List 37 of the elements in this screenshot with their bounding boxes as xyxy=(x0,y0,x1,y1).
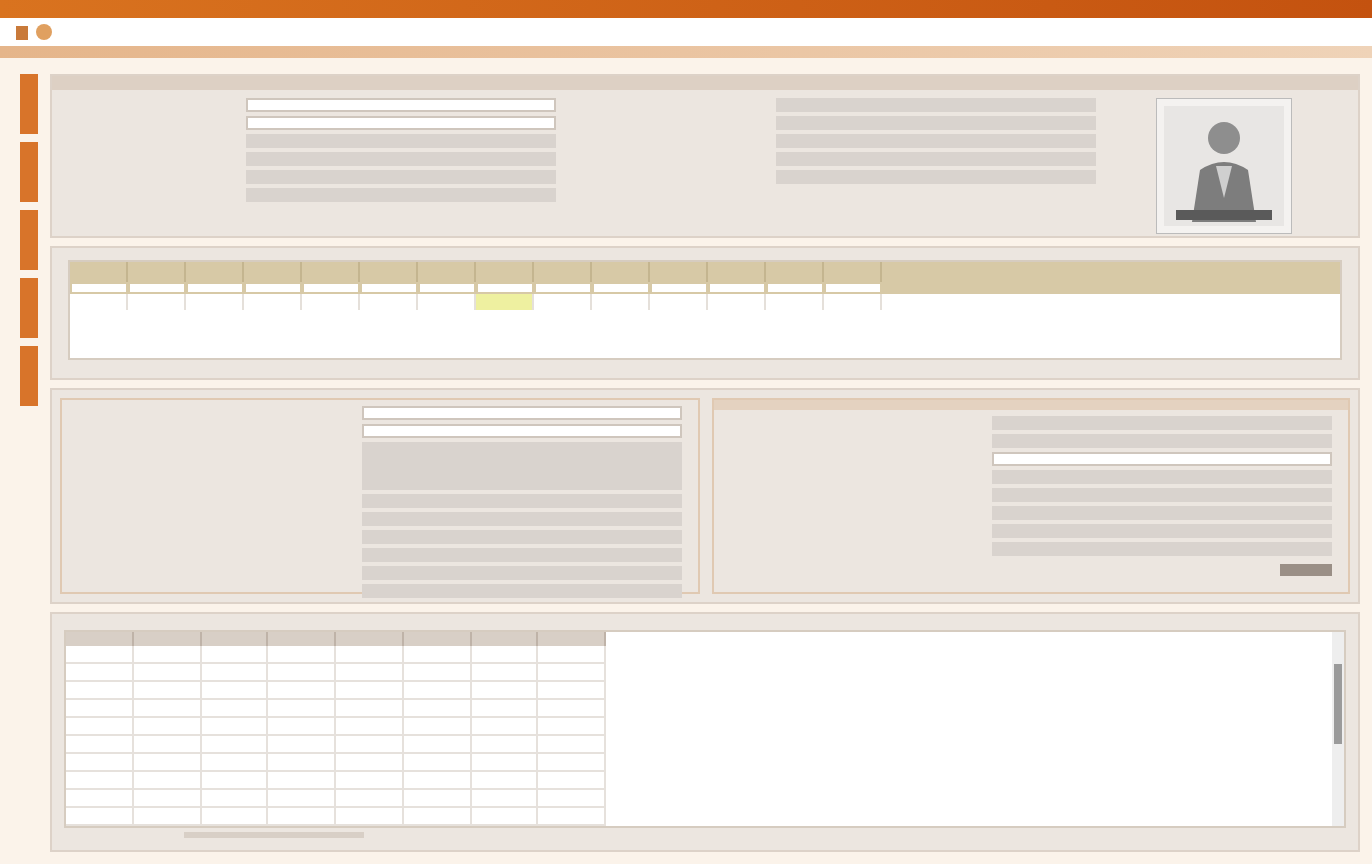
table-row[interactable] xyxy=(66,736,606,754)
filter-field[interactable] xyxy=(710,284,764,293)
action-button[interactable] xyxy=(1280,564,1332,576)
table-row[interactable] xyxy=(66,646,606,664)
form-field[interactable] xyxy=(361,406,681,420)
side-tab[interactable] xyxy=(20,278,38,338)
filter-field[interactable] xyxy=(420,284,474,293)
filter-field[interactable] xyxy=(652,284,706,293)
side-tab[interactable] xyxy=(20,346,38,406)
filter-field[interactable] xyxy=(130,284,184,293)
side-tab[interactable] xyxy=(20,74,38,134)
form-field[interactable] xyxy=(361,584,681,598)
form-field[interactable] xyxy=(246,116,556,130)
table-row[interactable] xyxy=(66,664,606,682)
scrollbar[interactable] xyxy=(1332,632,1344,826)
table-row[interactable] xyxy=(66,718,606,736)
table-row[interactable] xyxy=(66,754,606,772)
table-row[interactable] xyxy=(66,808,606,826)
side-tab[interactable] xyxy=(20,142,38,202)
filter-field[interactable] xyxy=(594,284,648,293)
filter-field[interactable] xyxy=(72,284,126,293)
form-field[interactable] xyxy=(246,98,556,112)
table-row[interactable] xyxy=(66,700,606,718)
table-row[interactable] xyxy=(66,772,606,790)
filter-field[interactable] xyxy=(246,284,300,293)
filter-field[interactable] xyxy=(478,284,532,293)
filter-field[interactable] xyxy=(188,284,242,293)
table-row[interactable] xyxy=(66,790,606,808)
filter-field[interactable] xyxy=(362,284,416,293)
table-row[interactable] xyxy=(66,682,606,700)
filter-field[interactable] xyxy=(304,284,358,293)
side-tab[interactable] xyxy=(20,210,38,270)
form-field[interactable] xyxy=(992,452,1332,466)
filter-field[interactable] xyxy=(826,284,880,293)
filter-field[interactable] xyxy=(536,284,590,293)
filter-field[interactable] xyxy=(768,284,822,293)
form-field[interactable] xyxy=(361,424,681,438)
